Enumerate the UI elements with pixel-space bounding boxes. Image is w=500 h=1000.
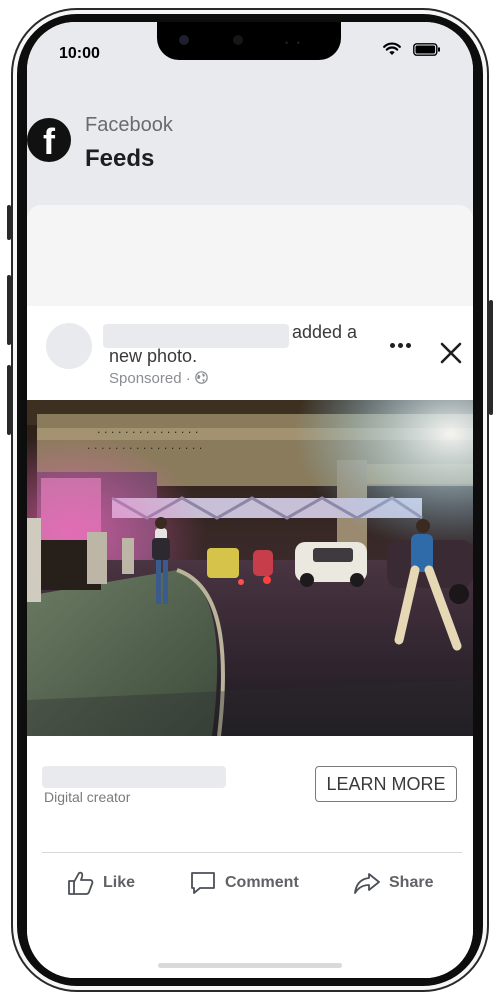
speaker: • • <box>285 38 303 48</box>
screen: f Facebook Feeds • • 10:00 added a new p… <box>27 22 473 978</box>
more-icon <box>389 342 395 348</box>
close-icon[interactable] <box>437 339 465 367</box>
globe-icon <box>195 371 208 384</box>
like-label: Like <box>103 874 136 891</box>
share-label: Share <box>389 874 434 891</box>
app-name: Facebook <box>85 114 173 136</box>
like-icon <box>68 871 94 895</box>
comment-label: Comment <box>225 874 299 891</box>
sensor <box>233 35 243 45</box>
mute-switch <box>7 205 11 240</box>
front-camera <box>179 35 189 45</box>
previous-card-stub <box>27 205 473 315</box>
learn-more-button[interactable]: LEARN MORE <box>315 766 457 802</box>
more-options-button[interactable] <box>385 334 415 356</box>
post-action-text: added a <box>292 322 358 342</box>
sponsored-label: Sponsored · <box>109 370 208 387</box>
more-icon-dot <box>397 342 403 348</box>
share-icon <box>354 873 380 894</box>
status-time: 10:00 <box>59 45 100 62</box>
like-button[interactable]: Like <box>67 870 135 896</box>
share-button[interactable]: Share <box>353 870 433 896</box>
page-title: Feeds <box>85 145 155 172</box>
volume-down-button <box>7 365 11 435</box>
notch: • • <box>157 22 341 60</box>
author-name-placeholder[interactable] <box>103 324 289 348</box>
sponsored-post: added a new photo. Sponsored · Digital c… <box>27 306 473 978</box>
post-photo[interactable]: · · · · · · · · · · · · · · · · · · · · … <box>27 400 473 736</box>
divider <box>42 852 462 853</box>
status-icons <box>383 42 441 56</box>
battery-icon <box>413 42 440 56</box>
creator-label: Digital creator <box>44 789 131 805</box>
facebook-logo[interactable]: f <box>27 118 71 162</box>
home-indicator[interactable] <box>158 963 342 968</box>
sponsored-text: Sponsored · <box>109 370 195 387</box>
post-action-text-cont: new photo. <box>109 346 198 366</box>
comment-button[interactable]: Comment <box>189 870 299 896</box>
volume-up-button <box>7 275 11 345</box>
comment-icon <box>191 872 215 894</box>
more-icon-dot <box>405 342 411 348</box>
power-button <box>489 300 493 415</box>
avatar[interactable] <box>46 323 92 369</box>
creator-name-placeholder[interactable] <box>42 766 226 788</box>
post-actions: Like Comment Share <box>27 862 473 902</box>
wifi-icon <box>383 42 401 55</box>
